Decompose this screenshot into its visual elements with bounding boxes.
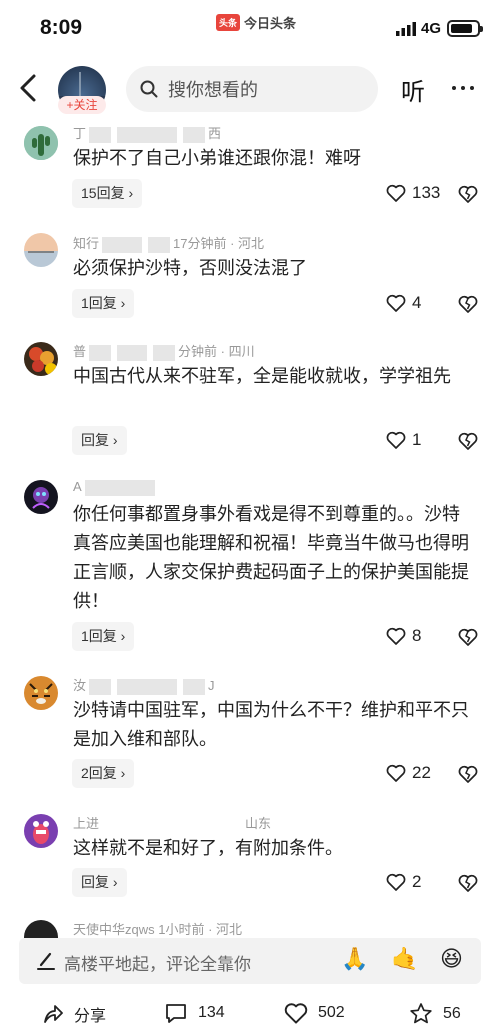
broken-heart-icon[interactable] [458, 294, 478, 314]
commenter-avatar[interactable] [24, 233, 58, 267]
commenter-avatar[interactable] [24, 814, 58, 848]
commenter-avatar[interactable] [24, 920, 58, 938]
status-bar: 8:09 头条 今日头条 4G [0, 0, 500, 58]
like-count: 1 [412, 430, 422, 449]
comment-text: 沙特请中国驻军，中国为什么不干？维护和平不只是加入维和部队。 [73, 700, 469, 749]
listen-button[interactable]: 听 [401, 72, 425, 107]
search-bar[interactable]: 搜你想看的 [126, 66, 378, 112]
app-name: 今日头条 [244, 15, 297, 31]
status-time: 8:09 [40, 16, 83, 39]
reply-button[interactable]: 15回复 › [72, 179, 143, 208]
commenter-avatar[interactable] [24, 676, 58, 710]
bottom-action-bar: 分享 134 502 56 [0, 998, 500, 1036]
comment-item: 天使中华zqws 1小时前 · 河北 [0, 914, 500, 938]
reply-button[interactable]: 回复 › [72, 426, 127, 455]
search-icon [140, 80, 158, 98]
commenter-avatar[interactable] [24, 342, 58, 376]
comments-count: 134 [198, 1004, 225, 1021]
like-button[interactable]: 8 [386, 626, 421, 646]
reply-button[interactable]: 2回复 › [72, 759, 135, 788]
star-icon [410, 1003, 432, 1024]
likes-count: 502 [318, 1004, 345, 1021]
comment-meta: 知行 17分钟前 · 河北 [73, 236, 265, 253]
heart-icon [386, 764, 406, 782]
broken-heart-icon[interactable] [458, 873, 478, 893]
like-button[interactable]: 2 [386, 872, 421, 892]
comment-text: 保护不了自己小弟谁还跟你混！难呀 [73, 148, 361, 168]
heart-icon [386, 627, 406, 645]
comment-meta: 普分钟前 · 四川 [73, 344, 255, 361]
comment-text: 必须保护沙特，否则没法混了 [73, 258, 307, 278]
comment-meta: 天使中华zqws 1小时前 · 河北 [73, 922, 243, 937]
heart-icon [386, 431, 406, 449]
broken-heart-icon[interactable] [458, 627, 478, 647]
comment-meta: A [73, 479, 158, 496]
share-button[interactable]: 分享 [42, 1002, 106, 1026]
follow-button[interactable]: +关注 [58, 96, 106, 114]
comment-meta: 上进 山东 [73, 816, 272, 833]
comments-button[interactable]: 134 [164, 1002, 225, 1024]
heart-icon [386, 184, 406, 202]
reply-button[interactable]: 1回复 › [72, 622, 135, 651]
comment-meta: 汝J [73, 678, 215, 695]
like-button[interactable]: 22 [386, 763, 431, 783]
like-button[interactable]: 133 [386, 183, 440, 203]
reply-button[interactable]: 回复 › [72, 868, 127, 897]
like-count: 133 [412, 183, 441, 202]
comment-icon [166, 1004, 186, 1023]
heart-icon [284, 1003, 308, 1024]
like-count: 22 [412, 763, 431, 782]
laughing-emoji-icon[interactable]: 😆 [440, 946, 463, 972]
article-comments-screen: 8:09 头条 今日头条 4G +关注 搜你想看的 听 丁 西 保护不了自己小弟… [0, 0, 500, 1036]
like-count: 2 [412, 872, 422, 891]
like-button[interactable]: 4 [386, 293, 421, 313]
commenter-avatar[interactable] [24, 126, 58, 160]
battery-icon [447, 20, 483, 37]
favorites-count: 56 [443, 1004, 461, 1022]
like-count: 4 [412, 293, 422, 312]
like-button[interactable]: 1 [386, 430, 421, 450]
favorite-button[interactable]: 56 [409, 1002, 461, 1025]
like-count: 8 [412, 626, 422, 645]
top-nav: +关注 搜你想看的 听 [0, 58, 500, 118]
comment-meta: 丁西 [73, 126, 222, 143]
comment-text: 中国古代从来不驻军，全是能收就收，学学祖先 [73, 366, 451, 386]
broken-heart-icon[interactable] [458, 431, 478, 451]
app-badge: 头条 今日头条 [216, 11, 296, 33]
more-icon[interactable] [452, 86, 474, 90]
commenter-avatar[interactable] [24, 480, 58, 514]
back-icon[interactable] [16, 72, 42, 104]
share-icon [44, 1005, 63, 1023]
heart-icon [386, 873, 406, 891]
pray-emoji-icon[interactable]: 🙏 [341, 946, 368, 972]
network-type: 4G [421, 20, 442, 37]
broken-heart-icon[interactable] [458, 764, 478, 784]
comment-placeholder: 高楼平地起，评论全靠你 [64, 955, 251, 974]
like-article-button[interactable]: 502 [284, 1002, 345, 1024]
comment-text: 你任何事都置身事外看戏是得不到尊重的。。沙特真答应美国也能理解和祝福！毕竟当牛做… [73, 504, 469, 611]
app-logo: 头条 [216, 13, 241, 31]
call-me-emoji-icon[interactable]: 🤙 [391, 946, 418, 972]
share-label: 分享 [74, 1008, 107, 1025]
comment-input[interactable]: 高楼平地起，评论全靠你 🙏 🤙 😆 [19, 938, 481, 984]
pen-icon [37, 952, 55, 970]
heart-icon [386, 294, 406, 312]
comment-text: 这样就不是和好了，有附加条件。 [73, 838, 343, 858]
reply-button[interactable]: 1回复 › [72, 289, 135, 318]
search-placeholder: 搜你想看的 [168, 80, 258, 100]
signal-icon [396, 22, 416, 36]
broken-heart-icon[interactable] [458, 184, 478, 204]
